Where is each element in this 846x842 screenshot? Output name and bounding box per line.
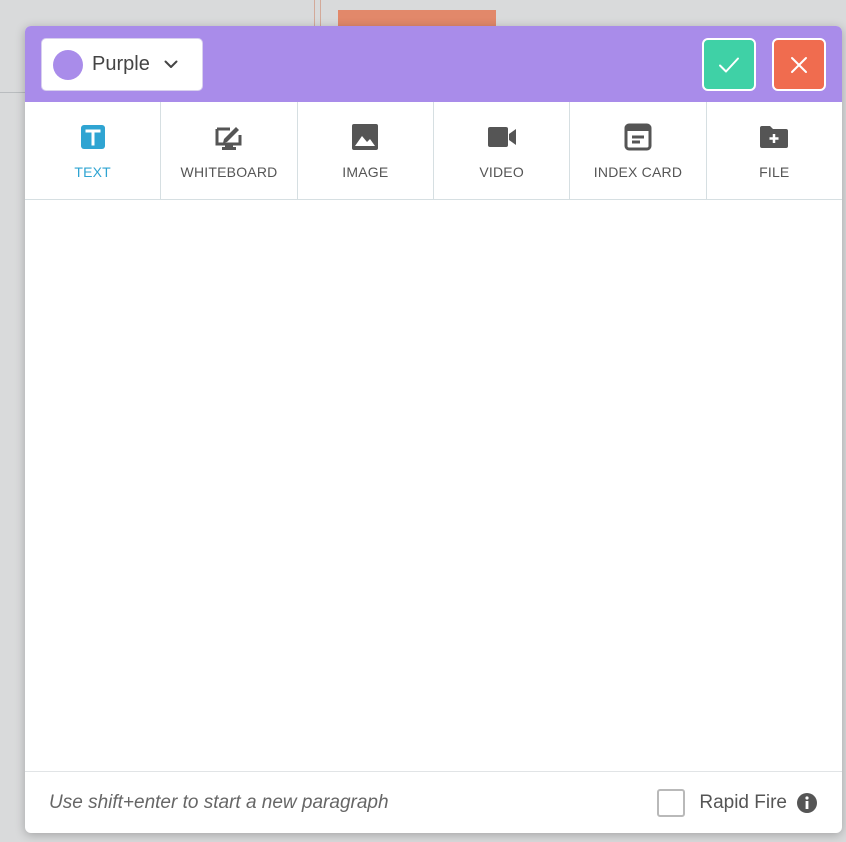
rapid-fire-checkbox[interactable] [657,788,686,817]
info-icon[interactable] [796,792,818,814]
editor-hint: Use shift+enter to start a new paragraph [49,791,389,813]
tab-label: INDEX CARD [593,164,683,180]
tab-video[interactable]: VIDEO [434,102,571,199]
tab-image[interactable]: IMAGE [298,102,434,199]
confirm-button[interactable] [702,38,756,91]
check-icon [719,57,739,72]
rapid-fire-toggle[interactable]: Rapid Fire [657,788,818,817]
background-divider [0,92,26,93]
tab-label: WHITEBOARD [180,164,278,180]
color-select[interactable]: Purple [41,38,203,91]
background-column-line [320,0,321,26]
tab-label: FILE [759,164,790,180]
close-button[interactable] [772,38,826,91]
file-add-icon [759,122,789,152]
add-post-dialog: Purple TEXT WHITEBOARD IMAGE VIDEO INDEX… [25,26,842,833]
content-type-toolbar: TEXT WHITEBOARD IMAGE VIDEO INDEX CARD F… [25,102,842,200]
text-icon [78,122,108,152]
whiteboard-icon [214,122,244,152]
tab-whiteboard[interactable]: WHITEBOARD [161,102,298,199]
dialog-header: Purple [25,26,842,102]
tab-label: IMAGE [342,164,389,180]
close-icon [791,56,807,73]
background-column-line [314,0,315,26]
color-swatch [53,49,83,80]
video-icon [487,122,517,152]
tab-label: VIDEO [479,164,524,180]
index-card-icon [623,122,653,152]
image-icon [350,122,380,152]
text-editor[interactable] [25,200,842,771]
tab-text[interactable]: TEXT [25,102,162,199]
tab-label: TEXT [74,164,111,180]
rapid-fire-label: Rapid Fire [699,791,787,813]
chevron-down-icon [164,58,178,72]
tab-file[interactable]: FILE [707,102,842,199]
dialog-footer: Use shift+enter to start a new paragraph… [25,771,842,833]
color-select-label: Purple [92,53,150,75]
tab-index-card[interactable]: INDEX CARD [570,102,707,199]
